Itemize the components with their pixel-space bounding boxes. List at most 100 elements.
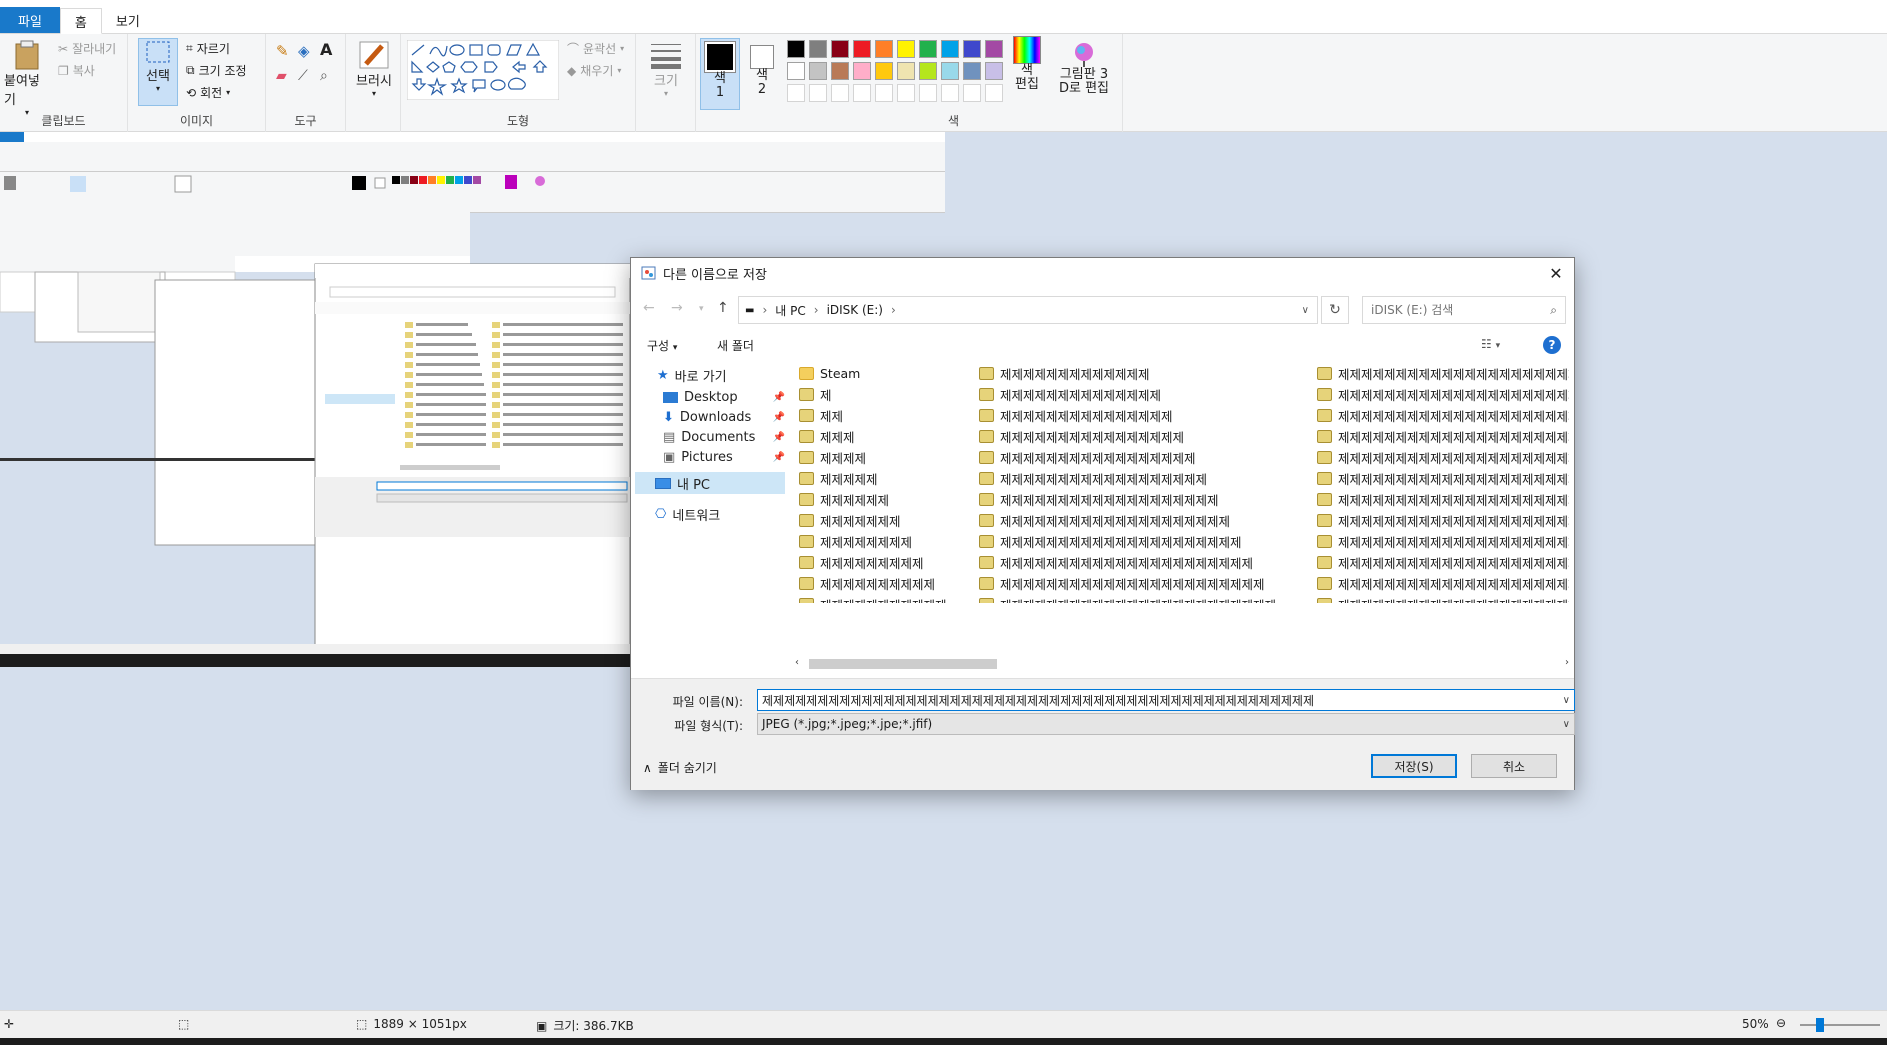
scroll-left-icon[interactable]: ‹	[795, 657, 799, 668]
file-item[interactable]: 제제제제제제제제제제제	[799, 594, 979, 603]
file-item[interactable]: 제제제제제제제	[799, 510, 979, 531]
file-item[interactable]: 제제제제제제제제제제제제제제제제제제제제제제제제	[979, 594, 1317, 603]
file-item[interactable]: 제제제제제제제제	[799, 531, 979, 552]
file-item[interactable]: 제제제제제제제제제제제제제	[979, 363, 1317, 384]
file-item[interactable]: 제제제제제제제제제제제제제제제제제제제제제제제제제제	[1317, 510, 1569, 531]
file-item[interactable]: 제제제제제제제제제제제제제제제제제제제	[979, 489, 1317, 510]
file-item[interactable]: 제제제제제제제제제제제제제제제제제제제제제제제	[979, 573, 1317, 594]
file-item[interactable]: 제제제	[799, 426, 979, 447]
save-button[interactable]: 저장(S)	[1371, 754, 1457, 778]
color-swatch[interactable]	[831, 40, 849, 58]
file-item[interactable]: 제제제제제제제제제제제제제제제제	[979, 426, 1317, 447]
file-item[interactable]: 제제제제제제제제제제제제제제제제제제제제제제제제제제	[1317, 405, 1569, 426]
breadcrumb-drive[interactable]: iDISK (E:)	[827, 303, 883, 317]
search-box[interactable]: ⌕	[1362, 296, 1566, 324]
file-item[interactable]: 제제제제제제제제제제제제제제제제제	[979, 447, 1317, 468]
shapes-gallery[interactable]	[407, 40, 559, 100]
paint3d-button[interactable]: 그림판 3 D로 편집	[1056, 40, 1112, 96]
new-folder-button[interactable]: 새 폴더	[717, 337, 754, 354]
eraser-icon[interactable]: ▰	[276, 68, 287, 84]
zoom-slider[interactable]	[1800, 1024, 1880, 1026]
size-button[interactable]: 크기 ▾	[646, 40, 686, 98]
cancel-button[interactable]: 취소	[1471, 754, 1557, 778]
refresh-icon[interactable]: ↻	[1321, 296, 1349, 324]
fill-bucket-icon[interactable]: ◈	[298, 42, 310, 60]
file-item[interactable]: 제제제제	[799, 447, 979, 468]
copy-button[interactable]: ❐ 복사	[58, 62, 95, 79]
nav-downloads[interactable]: ⬇ Downloads 📌	[663, 407, 789, 427]
color-swatch[interactable]	[941, 40, 959, 58]
file-item[interactable]: 제제제제제제제제제제제제제제제제제제제제제제제제제제	[1317, 384, 1569, 405]
color-picker-icon[interactable]: ⟋	[298, 68, 308, 84]
back-arrow-icon[interactable]: ←	[643, 300, 655, 316]
scroll-right-icon[interactable]: ›	[1565, 657, 1569, 668]
file-item[interactable]: 제제제제제제제제제제제제제제제제제제제제제제제제제제	[1317, 573, 1569, 594]
address-bar[interactable]: ▬ › 내 PC › iDISK (E:) › ∨	[738, 296, 1318, 324]
help-icon[interactable]: ?	[1543, 336, 1561, 354]
color-swatch[interactable]	[875, 84, 893, 102]
resize-button[interactable]: ⧉ 크기 조정	[186, 62, 247, 79]
file-item[interactable]: 제제제제제제제제제제제제제제제제제제제제제제제제제제	[1317, 426, 1569, 447]
color-swatch[interactable]	[897, 40, 915, 58]
color-swatch[interactable]	[809, 40, 827, 58]
color-swatch[interactable]	[985, 84, 1003, 102]
file-item[interactable]: 제제제제제제제제제제제제제제제제제제제제제제제제제제	[1317, 447, 1569, 468]
nav-pictures[interactable]: ▣ Pictures 📌	[663, 447, 789, 467]
color-swatch[interactable]	[985, 62, 1003, 80]
file-item[interactable]: 제제제제제제제제제제제제제제제제제제제제제제	[979, 552, 1317, 573]
file-item[interactable]: 제제제제제제제제제제제제제제제제제제제제제제제제제제	[1317, 531, 1569, 552]
file-item[interactable]: 제제제제제제제제제제제제제제제제제제	[979, 468, 1317, 489]
color-swatch[interactable]	[875, 62, 893, 80]
color-swatch[interactable]	[919, 40, 937, 58]
color-swatch[interactable]	[787, 40, 805, 58]
zoom-slider-thumb[interactable]	[1816, 1018, 1824, 1032]
edit-colors-button[interactable]: 색 편집	[1007, 36, 1047, 92]
select-button[interactable]: 선택 ▾	[138, 38, 178, 106]
fill-button[interactable]: ◆ 채우기 ▾	[567, 62, 621, 79]
file-item[interactable]: 제제제제제제제제제제제제제제제제제제제제제제제제제제	[1317, 363, 1569, 384]
pencil-icon[interactable]: ✎	[276, 42, 289, 60]
color-swatch[interactable]	[809, 84, 827, 102]
tab-file[interactable]: 파일	[0, 7, 60, 33]
color-swatch[interactable]	[963, 62, 981, 80]
paste-button[interactable]: 붙여넣기 ▾	[4, 40, 50, 117]
color2-button[interactable]: 색 2	[744, 42, 780, 97]
chevron-down-icon[interactable]: ∨	[1563, 695, 1570, 706]
color-swatch[interactable]	[853, 84, 871, 102]
file-item[interactable]: 제제제제제제제제제제제제제제제제제제제제제제제제제제	[1317, 468, 1569, 489]
magnifier-icon[interactable]: ⌕	[320, 68, 328, 84]
filename-input[interactable]: 제제제제제제제제제제제제제제제제제제제제제제제제제제제제제제제제제제제제제제제제…	[757, 689, 1575, 711]
file-item[interactable]: 제제	[799, 405, 979, 426]
tab-view[interactable]: 보기	[102, 7, 154, 33]
color-swatch[interactable]	[831, 84, 849, 102]
nav-documents[interactable]: ▤ Documents 📌	[663, 427, 789, 447]
zoom-out-button[interactable]: ⊖	[1776, 1016, 1786, 1030]
color-swatch[interactable]	[985, 40, 1003, 58]
nav-quick-access[interactable]: ★ 바로 가기	[657, 365, 803, 385]
nav-desktop[interactable]: Desktop 📌	[663, 387, 789, 407]
file-item[interactable]: 제제제제제제제제제제제제제제	[979, 384, 1317, 405]
brushes-button[interactable]: 브러시 ▾	[352, 40, 396, 98]
text-icon[interactable]: A	[320, 40, 332, 59]
close-icon[interactable]: ✕	[1542, 260, 1570, 286]
color-swatch[interactable]	[787, 62, 805, 80]
color-swatch[interactable]	[875, 40, 893, 58]
chevron-down-icon[interactable]: ∨	[1563, 719, 1570, 730]
file-item[interactable]: 제제제제제제제제제제	[799, 573, 979, 594]
file-item[interactable]: 제제제제제제제제제제제제제제제제제제제제제제제제제제	[1317, 594, 1569, 603]
view-options-icon[interactable]: ☷ ▾	[1481, 337, 1500, 351]
crop-button[interactable]: ⌗ 자르기	[186, 40, 230, 57]
file-item[interactable]: 제제제제제	[799, 468, 979, 489]
cut-button[interactable]: ✂ 잘라내기	[58, 40, 116, 57]
file-item[interactable]: 제제제제제제제제제제제제제제제제제제제제제제제제제제	[1317, 489, 1569, 510]
organize-button[interactable]: 구성 ▾	[647, 337, 677, 354]
recent-dropdown-icon[interactable]: ▾	[699, 304, 704, 314]
scrollbar-thumb[interactable]	[809, 659, 997, 669]
color-swatch[interactable]	[897, 84, 915, 102]
color-swatch[interactable]	[941, 62, 959, 80]
color-swatch[interactable]	[853, 40, 871, 58]
color-swatch[interactable]	[897, 62, 915, 80]
outline-button[interactable]: ⌒ 윤곽선 ▾	[567, 40, 624, 57]
file-item[interactable]: 제	[799, 384, 979, 405]
file-item[interactable]: 제제제제제제	[799, 489, 979, 510]
